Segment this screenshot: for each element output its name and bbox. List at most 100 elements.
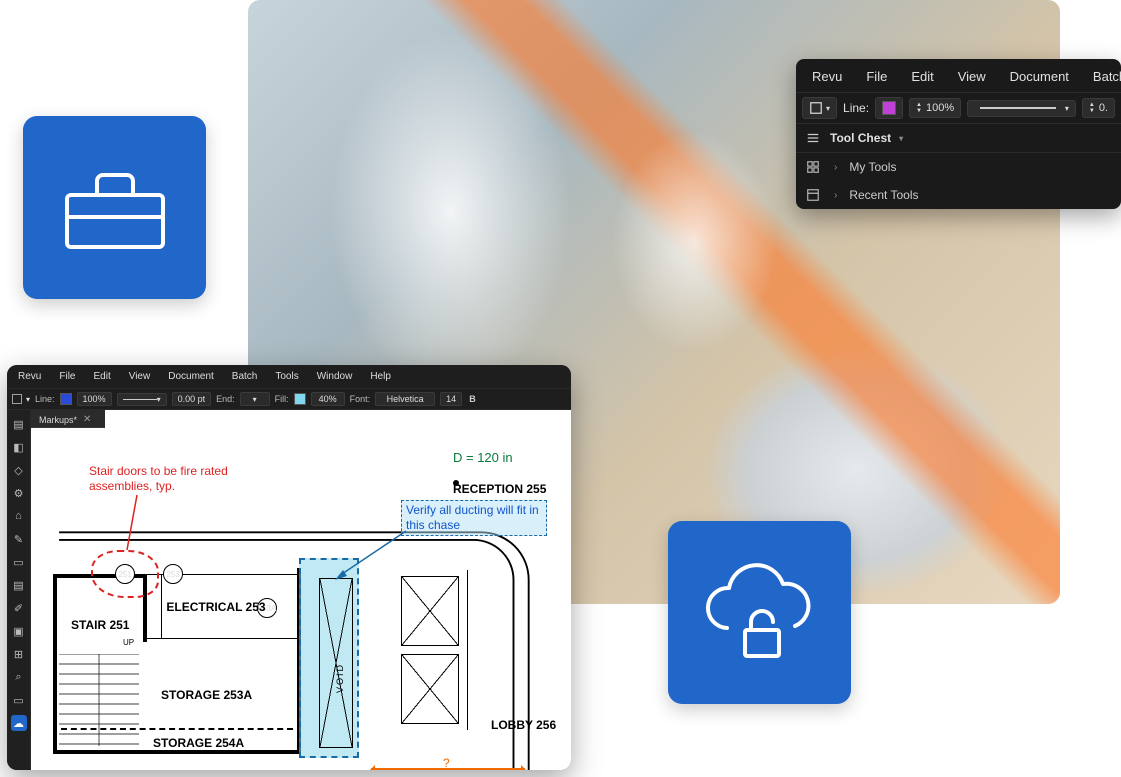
tool-chest-title: Tool Chest: [830, 131, 891, 145]
toolbox-icon: [61, 163, 169, 253]
stair-hatch: [59, 654, 139, 746]
svg-text:B: B: [469, 394, 476, 404]
line-style-field[interactable]: ▾: [117, 393, 167, 406]
end-cap-field[interactable]: ▾: [240, 392, 270, 406]
text-icon: B: [467, 393, 479, 405]
layers-icon[interactable]: ◧: [11, 439, 27, 455]
recent-tools-label: Recent Tools: [849, 188, 918, 202]
note-icon[interactable]: ▣: [11, 623, 27, 639]
file-icon[interactable]: ▤: [11, 416, 27, 432]
extra-value: 0.: [1099, 102, 1108, 114]
chevron-down-icon: ▾: [899, 134, 903, 143]
tool-chest-recent-tools[interactable]: › Recent Tools: [796, 181, 1121, 209]
room-label: RECEPTION 255: [453, 482, 546, 496]
editor-menubar: Revu File Edit View Document Batch Tools…: [7, 365, 571, 388]
editor-body: ▤ ◧ ◇ ⚙ ⌂ ✎ ▭ ▤ ✐ ▣ ⊞ ⌕ ▭ ☁ Markups* ✕: [7, 410, 571, 770]
font-label: Font:: [350, 394, 371, 404]
tool-chest-header[interactable]: Tool Chest ▾: [796, 124, 1121, 153]
left-toolbar: ▤ ◧ ◇ ⚙ ⌂ ✎ ▭ ▤ ✐ ▣ ⊞ ⌕ ▭ ☁: [7, 410, 31, 770]
shape-icon: [11, 393, 23, 405]
room-label: LOBBY 256: [491, 718, 556, 732]
opacity-field[interactable]: 40%: [311, 392, 345, 406]
properties-bar: ▾ Line: 100% ▾ 0.00 pt End: ▾ Fill: 40% …: [7, 388, 571, 410]
tool-chest-body: Tool Chest ▾ › My Tools › Recent Tools: [796, 124, 1121, 209]
cloud-icon[interactable]: ☁: [11, 715, 27, 731]
circled-number: 251: [115, 564, 135, 584]
font-family-field[interactable]: Helvetica: [375, 392, 435, 406]
menu-revu[interactable]: Revu: [800, 65, 854, 88]
toolbox-icon[interactable]: ⌂: [11, 508, 27, 524]
callout-leader: [331, 526, 411, 586]
line-style-picker[interactable]: ▾: [967, 100, 1076, 117]
menu-file[interactable]: File: [854, 65, 899, 88]
list-icon: [804, 131, 822, 145]
tool-chest-panel: Revu File Edit View Document Batch ▾ Lin…: [796, 59, 1121, 209]
my-tools-label: My Tools: [849, 160, 896, 174]
menu-edit[interactable]: Edit: [84, 368, 119, 385]
zoom-value: 100%: [926, 102, 954, 114]
clipboard-icon[interactable]: ▤: [11, 577, 27, 593]
text-style-group[interactable]: B: [467, 393, 479, 405]
blue-callout[interactable]: Verify all ducting will fit in this chas…: [401, 500, 547, 536]
line-label: Line:: [843, 101, 869, 115]
room-label: ELECTRICAL 253: [166, 600, 266, 614]
grid-icon[interactable]: ⊞: [11, 646, 27, 662]
zoom-field[interactable]: 100%: [77, 392, 112, 406]
menu-file[interactable]: File: [50, 368, 84, 385]
void-label: VOID: [335, 663, 345, 693]
chevron-right-icon: ›: [834, 190, 837, 201]
close-icon[interactable]: ✕: [83, 414, 91, 425]
lobby-box: [401, 654, 459, 724]
menu-document[interactable]: Document: [998, 65, 1081, 88]
menu-document[interactable]: Document: [159, 368, 223, 385]
zoom-stepper[interactable]: ▲▼ 100%: [909, 98, 961, 118]
menu-batch[interactable]: Batch: [1081, 65, 1121, 88]
menu-help[interactable]: Help: [361, 368, 400, 385]
tool-chest-toolbar: ▾ Line: ▲▼ 100% ▾ ▲▼ 0.: [796, 92, 1121, 124]
cloud-lock-icon: [695, 558, 825, 668]
tool-chest-my-tools[interactable]: › My Tools: [796, 153, 1121, 181]
stamp-icon[interactable]: ▭: [11, 554, 27, 570]
tick-mark: [449, 476, 463, 490]
line-color-swatch[interactable]: [60, 393, 72, 405]
menubar: Revu File Edit View Document Batch: [796, 59, 1121, 92]
document-tab[interactable]: Markups* ✕: [31, 410, 105, 428]
grid-icon: [804, 160, 822, 174]
menu-view[interactable]: View: [946, 65, 998, 88]
search-icon[interactable]: ⌕: [11, 669, 27, 685]
tab-label: Markups*: [39, 415, 77, 425]
green-dimension[interactable]: D = 120 in: [453, 450, 513, 465]
cloud-lock-tile: [668, 521, 851, 704]
room-label: STORAGE 254A: [153, 736, 244, 750]
blueprint: 251 253 253A VOID Stair doors to be fire…: [31, 428, 571, 770]
room-label: STAIR 251: [71, 618, 129, 632]
panel-icon: [804, 188, 822, 202]
line-color-picker[interactable]: [875, 97, 903, 119]
up-label: UP: [123, 638, 134, 647]
font-size-field[interactable]: 14: [440, 392, 462, 406]
menu-tools[interactable]: Tools: [266, 368, 307, 385]
shape-picker[interactable]: ▾: [802, 97, 837, 119]
menu-revu[interactable]: Revu: [9, 368, 50, 385]
extra-stepper[interactable]: ▲▼ 0.: [1082, 98, 1115, 118]
canvas[interactable]: Markups* ✕: [31, 410, 571, 770]
menu-batch[interactable]: Batch: [223, 368, 267, 385]
line-label: Line:: [35, 394, 55, 404]
chat-icon[interactable]: ▭: [11, 692, 27, 708]
circled-number: 253: [163, 564, 183, 584]
signature-icon[interactable]: ✎: [11, 531, 27, 547]
menu-edit[interactable]: Edit: [899, 65, 945, 88]
room-label: STORAGE 253A: [161, 688, 252, 702]
end-label: End:: [216, 394, 235, 404]
fill-color-swatch[interactable]: [294, 393, 306, 405]
diamond-icon[interactable]: ◇: [11, 462, 27, 478]
menu-window[interactable]: Window: [308, 368, 362, 385]
shape-picker[interactable]: ▾: [11, 393, 30, 405]
chevron-right-icon: ›: [834, 162, 837, 173]
red-text-annotation[interactable]: Stair doors to be fire rated assemblies,…: [89, 464, 249, 494]
menu-view[interactable]: View: [120, 368, 160, 385]
pencil-icon[interactable]: ✐: [11, 600, 27, 616]
gear-icon[interactable]: ⚙: [11, 485, 27, 501]
width-field[interactable]: 0.00 pt: [172, 392, 212, 406]
shape-icon: [809, 101, 823, 115]
